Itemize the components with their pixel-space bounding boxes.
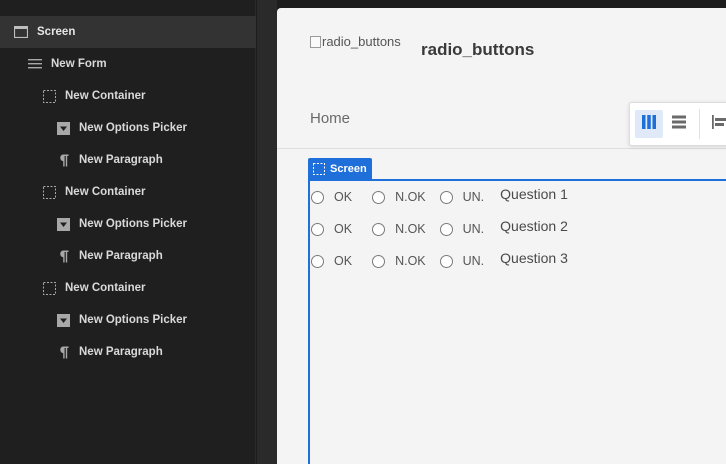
nav-home-link[interactable]: Home: [310, 110, 350, 127]
tree-item-paragraph[interactable]: New Paragraph: [0, 144, 256, 176]
tree-item-label: New Container: [65, 186, 146, 198]
nav-divider: [277, 148, 726, 149]
form-icon: [28, 57, 42, 71]
selection-tag-label: Screen: [330, 162, 367, 175]
toolbar-separator: [699, 109, 700, 139]
tree-item-container[interactable]: New Container: [0, 80, 256, 112]
tree-item-container[interactable]: New Container: [0, 176, 256, 208]
tree-item-paragraph[interactable]: New Paragraph: [0, 336, 256, 368]
tree-item-label: New Options Picker: [79, 122, 188, 134]
dropdown-icon: [56, 217, 70, 231]
radio-button[interactable]: [372, 254, 386, 268]
tree-item-label: New Options Picker: [79, 314, 188, 326]
tree-item-options-picker[interactable]: New Options Picker: [0, 208, 256, 240]
tree-item-label: New Options Picker: [79, 218, 188, 230]
container-icon: [42, 185, 56, 199]
radio-button[interactable]: [311, 254, 324, 268]
question-row: OK N.OK UN. Question 2: [311, 218, 568, 239]
app-icon-image: radio_buttons: [310, 34, 401, 49]
question-label: Question 3: [500, 250, 568, 266]
dropdown-icon: [56, 313, 70, 327]
tree-item-screen[interactable]: Screen: [0, 16, 256, 48]
align-left-icon: [712, 114, 726, 134]
columns-layout-button[interactable]: [635, 110, 663, 138]
align-left-button[interactable]: [706, 110, 726, 138]
radio-option-nok[interactable]: N.OK: [372, 222, 426, 236]
paragraph-icon: [56, 345, 70, 359]
screen-icon: [14, 25, 28, 39]
tree-item-options-picker[interactable]: New Options Picker: [0, 112, 256, 144]
radio-button[interactable]: [372, 222, 386, 236]
paragraph-icon: [56, 153, 70, 167]
app-icon-alt-text: radio_buttons: [322, 34, 401, 49]
radio-option-un[interactable]: UN.: [439, 254, 484, 268]
radio-button[interactable]: [311, 190, 324, 204]
selection-tag[interactable]: Screen: [308, 158, 372, 179]
tree-item-label: New Paragraph: [79, 346, 163, 358]
question-label: Question 1: [500, 186, 568, 202]
rows-icon: [672, 115, 686, 134]
paragraph-icon: [56, 249, 70, 263]
radio-option-un[interactable]: UN.: [439, 190, 484, 204]
tree-item-container[interactable]: New Container: [0, 272, 256, 304]
radio-button[interactable]: [439, 222, 453, 236]
design-canvas[interactable]: radio_buttons radio_buttons Home Screen: [277, 8, 726, 464]
radio-button[interactable]: [439, 190, 453, 204]
tree-item-form[interactable]: New Form: [0, 48, 256, 80]
tree-item-paragraph[interactable]: New Paragraph: [0, 240, 256, 272]
radio-option-ok[interactable]: OK: [311, 190, 352, 204]
radio-option-un[interactable]: UN.: [439, 222, 484, 236]
dropdown-icon: [56, 121, 70, 135]
columns-icon: [642, 114, 656, 134]
container-icon: [42, 89, 56, 103]
radio-option-nok[interactable]: N.OK: [372, 190, 426, 204]
panel-gutter: [257, 0, 277, 464]
layout-toolbar: [629, 102, 726, 146]
tree-item-label: New Paragraph: [79, 154, 163, 166]
tree-item-label: New Container: [65, 282, 146, 294]
question-label: Question 2: [500, 218, 568, 234]
container-icon: [42, 281, 56, 295]
layer-tree-panel: Screen New Form New Container New Option…: [0, 0, 256, 464]
tree-item-options-picker[interactable]: New Options Picker: [0, 304, 256, 336]
tree-item-label: New Form: [51, 58, 107, 70]
app-title: radio_buttons: [421, 40, 535, 59]
question-row: OK N.OK UN. Question 3: [311, 250, 568, 271]
container-icon: [313, 162, 325, 175]
radio-button[interactable]: [439, 254, 453, 268]
radio-option-nok[interactable]: N.OK: [372, 254, 426, 268]
broken-image-icon: [310, 36, 321, 48]
rows-layout-button[interactable]: [665, 110, 693, 138]
radio-button[interactable]: [372, 190, 386, 204]
tree-item-label: New Paragraph: [79, 250, 163, 262]
question-row: OK N.OK UN. Question 1: [311, 186, 568, 207]
tree-item-label: Screen: [37, 26, 76, 38]
tree-item-label: New Container: [65, 90, 146, 102]
radio-option-ok[interactable]: OK: [311, 222, 352, 236]
radio-option-ok[interactable]: OK: [311, 254, 352, 268]
radio-button[interactable]: [311, 222, 324, 236]
